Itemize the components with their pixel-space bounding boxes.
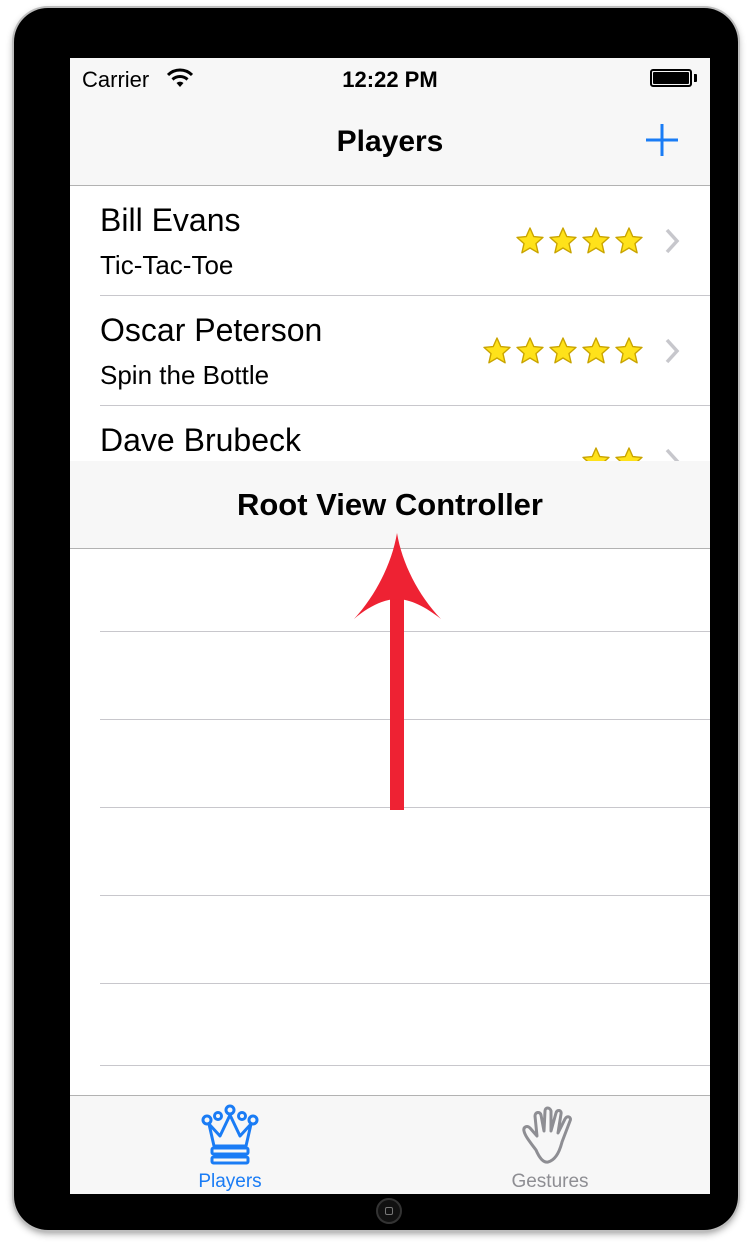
crown-icon [201,1104,259,1165]
hand-icon [522,1106,572,1164]
tab-players[interactable]: Players [70,1096,390,1194]
player-name: Bill Evans [100,202,241,238]
nav-title: Players [336,125,444,158]
table-row[interactable]: Bill Evans Tic-Tac-Toe [70,186,710,296]
status-bar: Carrier 12:22 PM [70,58,710,98]
star-icon [483,337,511,364]
overlay-title: Root View Controller [236,487,543,522]
player-game: Spin the Bottle [100,360,270,390]
chevron-right-icon [665,338,680,364]
battery-tip [694,74,697,82]
tab-bar: Players Gestures [70,1095,710,1194]
battery-icon [650,69,692,87]
device-frame: Carrier 12:22 PM Players Bill Evans Tic-… [14,8,738,1230]
red-arrow-annotation [354,533,441,810]
star-icon [549,227,577,254]
plus-icon[interactable] [642,120,682,160]
chevron-right-icon [665,228,680,254]
star-icon [516,337,544,364]
star-icon [549,337,577,364]
tab-label: Players [198,1171,262,1192]
player-name: Oscar Peterson [100,312,323,348]
home-button[interactable] [376,1198,402,1224]
table-row[interactable]: Oscar Peterson Spin the Bottle [70,296,710,406]
star-icon [615,337,643,364]
star-icon [615,227,643,254]
screen: Carrier 12:22 PM Players Bill Evans Tic-… [70,58,710,1194]
navigation-bar: Players [70,98,710,186]
star-icon [582,337,610,364]
star-icon [582,227,610,254]
status-time: 12:22 PM [342,67,438,92]
tab-label: Gestures [511,1171,589,1192]
rating-stars [515,226,644,256]
star-icon [516,227,544,254]
tab-gestures[interactable]: Gestures [390,1096,710,1194]
player-name: Dave Brubeck [100,422,301,458]
player-game: Tic-Tac-Toe [100,250,234,280]
rating-stars [482,336,644,366]
